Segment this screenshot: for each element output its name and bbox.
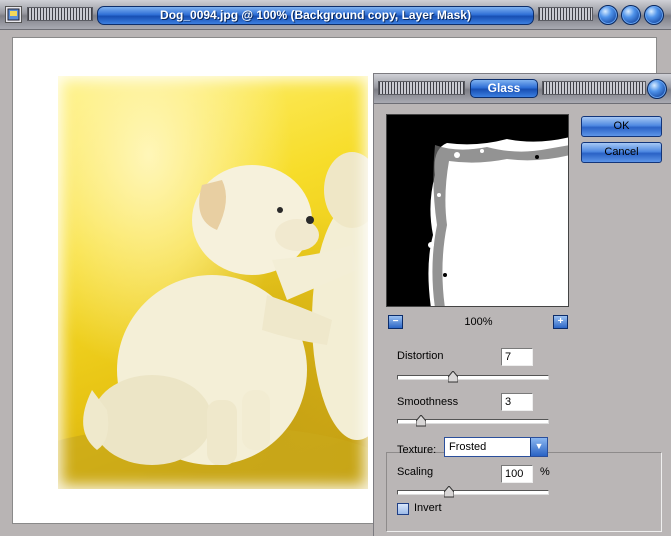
preview-mask-image: [387, 115, 568, 306]
zoom-out-button[interactable]: −: [388, 315, 403, 329]
titlebar-grip-right: [538, 7, 593, 21]
scaling-unit: %: [540, 466, 550, 478]
dialog-titlebar[interactable]: Glass: [374, 74, 671, 104]
invert-label[interactable]: Invert: [414, 502, 442, 514]
texture-selected-value: Frosted: [449, 441, 487, 453]
zoom-level: 100%: [464, 316, 493, 328]
canvas-image: [52, 70, 374, 495]
document-titlebar[interactable]: Dog_0094.jpg @ 100% (Background copy, La…: [0, 0, 671, 30]
distortion-slider[interactable]: [397, 371, 549, 383]
chevron-down-icon[interactable]: ▼: [530, 438, 547, 456]
dialog-grip-right: [542, 81, 646, 95]
app-icon[interactable]: [5, 6, 22, 23]
distortion-slider-thumb[interactable]: [448, 371, 458, 383]
dialog-grip-left: [378, 81, 465, 95]
maximize-icon[interactable]: [621, 5, 641, 25]
texture-select[interactable]: Frosted ▼: [444, 437, 548, 457]
document-title: Dog_0094.jpg @ 100% (Background copy, La…: [97, 6, 534, 25]
scaling-slider[interactable]: [397, 486, 549, 498]
cancel-button[interactable]: Cancel: [581, 142, 662, 163]
smoothness-slider-thumb[interactable]: [416, 415, 426, 427]
zoom-in-button[interactable]: +: [553, 315, 568, 329]
invert-checkbox[interactable]: [397, 503, 409, 515]
minimize-icon[interactable]: [598, 5, 618, 25]
glass-filter-dialog: Glass − 100% + OK Cancel Distortion 7 Sm…: [373, 73, 671, 536]
filter-preview[interactable]: [386, 114, 569, 307]
ok-button[interactable]: OK: [581, 116, 662, 137]
dialog-close-icon[interactable]: [647, 79, 667, 99]
texture-label: Texture:: [397, 444, 437, 456]
puppy-illustration: [52, 152, 374, 495]
scaling-slider-thumb[interactable]: [444, 486, 454, 498]
smoothness-label: Smoothness: [397, 396, 459, 408]
distortion-field[interactable]: 7: [501, 348, 533, 366]
titlebar-grip-left: [27, 7, 93, 21]
dialog-title: Glass: [470, 79, 538, 98]
distortion-label: Distortion: [397, 350, 444, 362]
close-icon[interactable]: [644, 5, 664, 25]
scaling-label: Scaling: [397, 466, 434, 478]
scaling-field[interactable]: 100: [501, 465, 533, 483]
smoothness-field[interactable]: 3: [501, 393, 533, 411]
smoothness-slider[interactable]: [397, 415, 549, 427]
